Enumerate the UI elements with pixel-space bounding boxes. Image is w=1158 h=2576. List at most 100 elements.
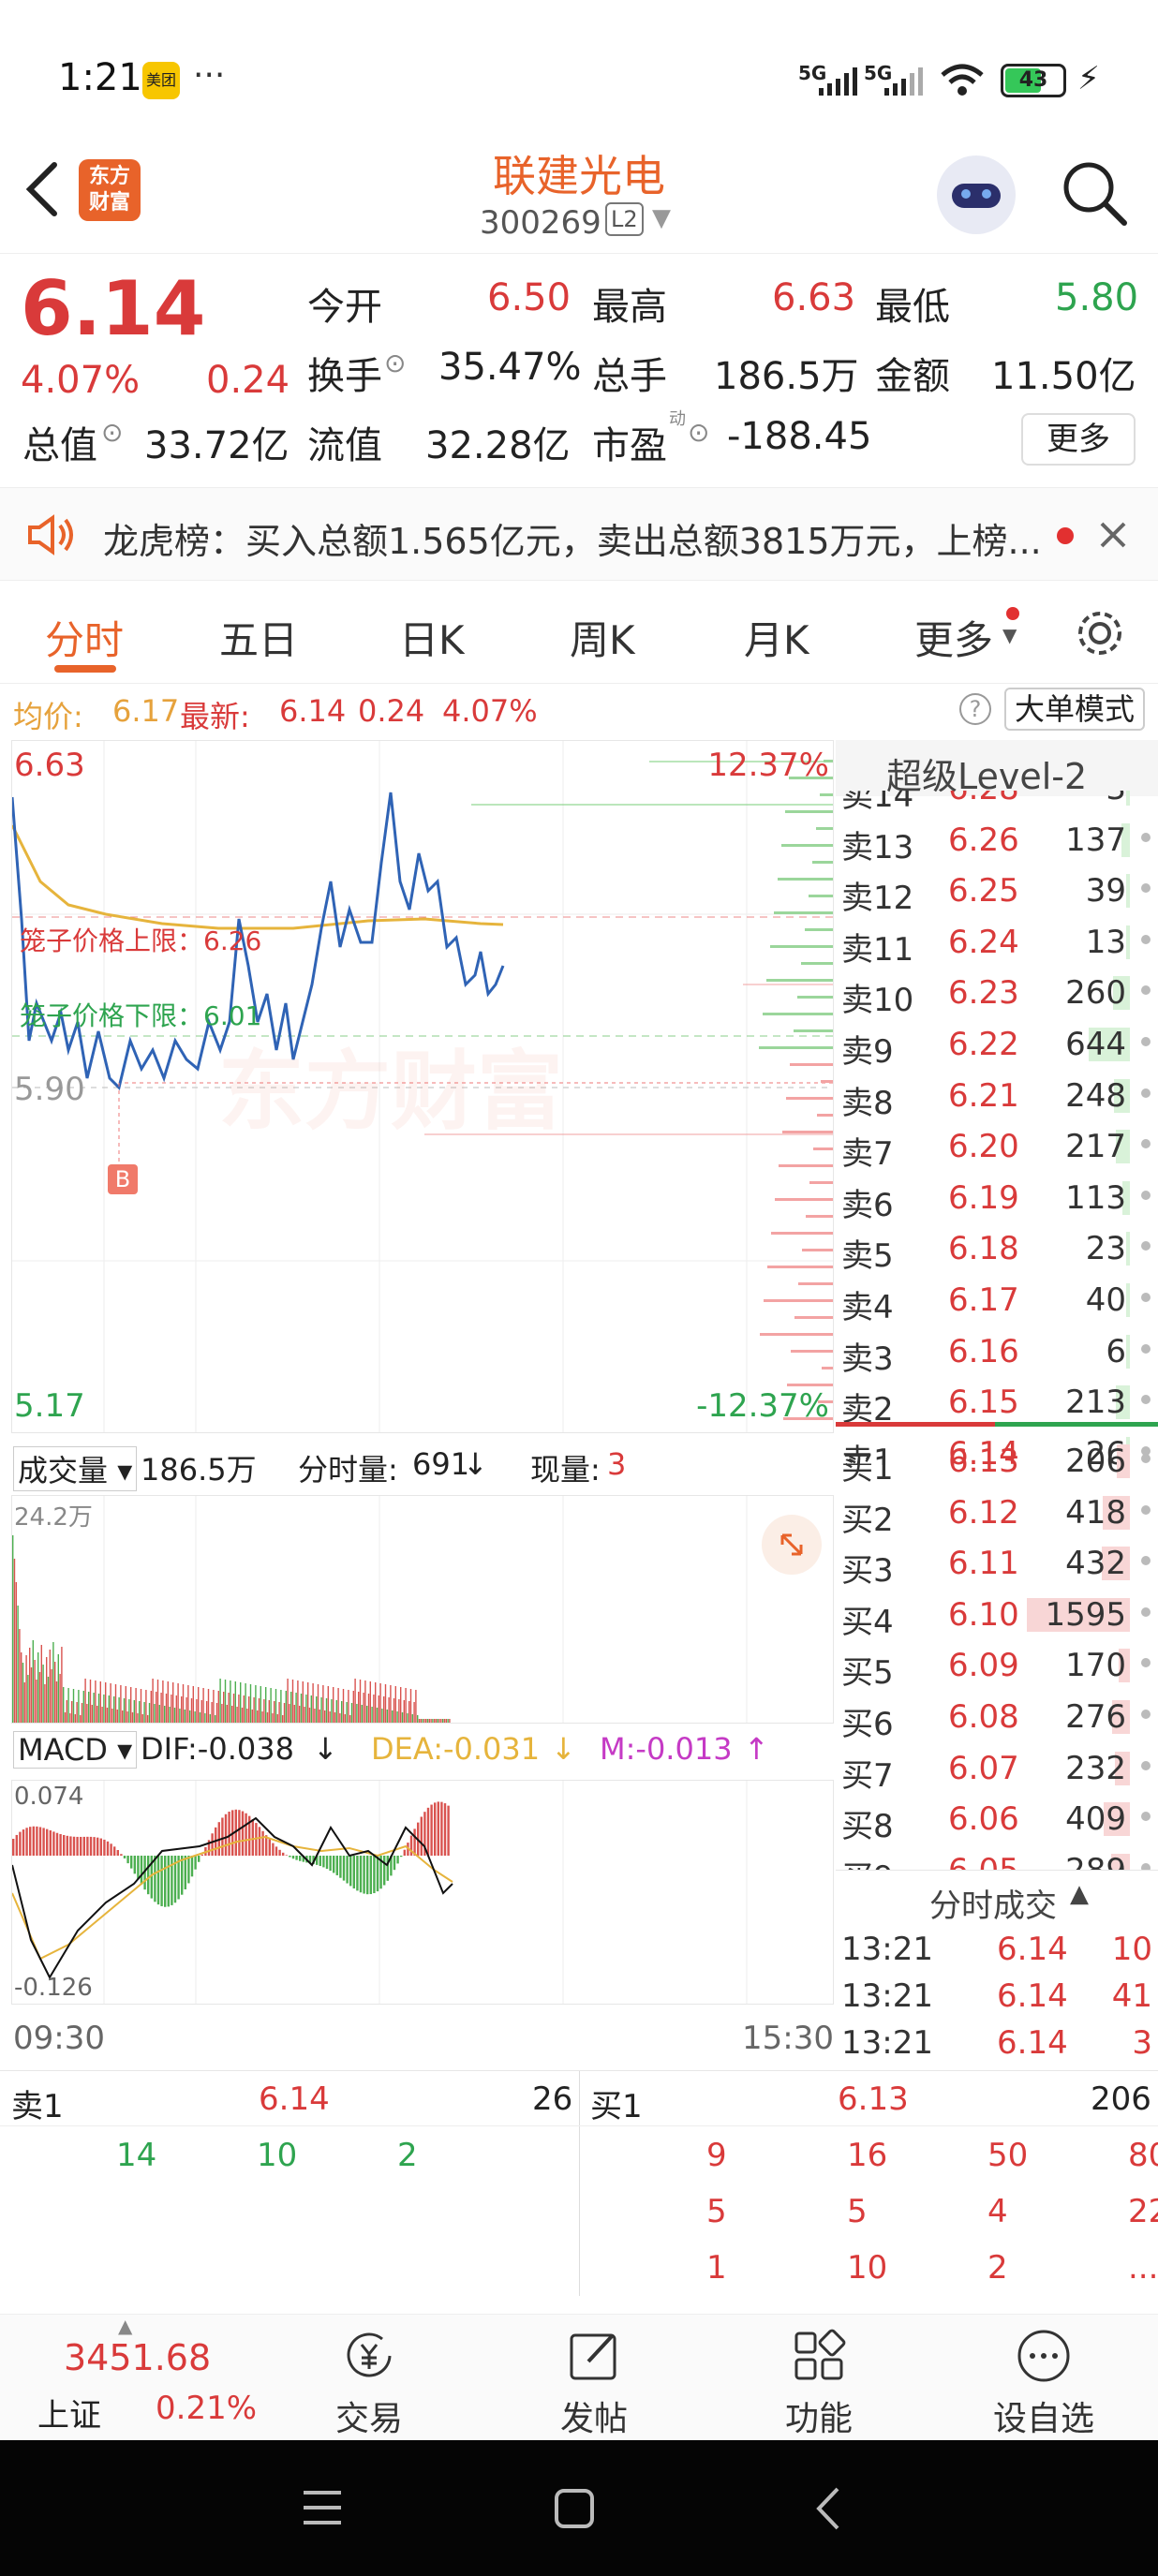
sell-order-row[interactable]: 卖12 6.25 39: [836, 868, 1158, 917]
function-button[interactable]: 功能: [725, 2315, 913, 2441]
buy-order-row[interactable]: 买8 6.06 409: [836, 1797, 1158, 1845]
volume-bar: [200, 1700, 202, 1723]
tab-monthly-k[interactable]: 月K: [744, 609, 809, 666]
index-ticker[interactable]: ▲ 3451.68 上证 0.21%: [0, 2315, 281, 2441]
sell-order-row[interactable]: 卖2 6.15 213: [836, 1380, 1158, 1429]
sell-order-row[interactable]: 卖4 6.17 40: [836, 1278, 1158, 1326]
buy-order-row[interactable]: 买1 6.13 206: [836, 1439, 1158, 1488]
macd-bar: [86, 1836, 89, 1856]
code-dropdown-icon[interactable]: ▼: [652, 204, 671, 232]
tab-intraday[interactable]: 分时: [45, 609, 124, 666]
volume-bar: [179, 1709, 181, 1723]
volume-bar: [34, 1660, 36, 1723]
volume-bar: [91, 1705, 93, 1723]
sell-order-row[interactable]: 卖13 6.26 137: [836, 818, 1158, 866]
buy-price: 6.13: [948, 1443, 1019, 1480]
close-icon[interactable]: [1098, 520, 1128, 550]
tab-more[interactable]: 更多: [914, 609, 993, 666]
trade-button[interactable]: 交易: [275, 2315, 463, 2441]
volume-bar: [335, 1700, 337, 1723]
queue-buy-label: 买1: [590, 2088, 643, 2125]
volume-indicator-select[interactable]: 成交量 ▾: [13, 1446, 138, 1491]
macd-bar: [194, 1856, 197, 1870]
buy-price: 6.11: [948, 1545, 1019, 1583]
tick-trades[interactable]: 分时成交 ▲ 13:21 6.14 10 13:21 6.14 41 13:21 6.14 3: [836, 1870, 1158, 2070]
sell-order-row[interactable]: 卖5 6.18 23: [836, 1226, 1158, 1275]
macd-bar: [99, 1838, 102, 1856]
intraday-chart[interactable]: 东方财富 6.63 12.37% 5.90 5.17 -12.37% 笼子价格上…: [11, 740, 834, 1433]
expand-icon[interactable]: [762, 1515, 822, 1575]
tab-daily-k[interactable]: 日K: [399, 609, 465, 666]
info-icon[interactable]: ⊙: [384, 348, 406, 378]
buy-order-row[interactable]: 买9 6.05 289: [836, 1848, 1158, 1870]
notice-bar[interactable]: 龙虎榜：买入总额1.565亿元，卖出总额3815万元，上榜...: [0, 487, 1158, 581]
back-nav-icon[interactable]: [811, 2485, 845, 2532]
home-icon[interactable]: [553, 2487, 596, 2530]
buy-order-row[interactable]: 买7 6.07 232: [836, 1746, 1158, 1795]
more-button[interactable]: 更多: [1021, 413, 1136, 466]
macd-indicator-select[interactable]: MACD ▾: [13, 1731, 138, 1769]
queue-buy-cell: 5: [847, 2193, 868, 2230]
buy-order-row[interactable]: 买5 6.09 170: [836, 1643, 1158, 1692]
big-order-mode-button[interactable]: 大单模式: [1004, 688, 1145, 731]
volume-bar: [105, 1682, 107, 1723]
sell-order-row[interactable]: 卖10 6.23 260: [836, 970, 1158, 1019]
menu-icon[interactable]: [300, 2487, 345, 2528]
depth-bar: [781, 844, 833, 847]
volume-bar: [103, 1695, 105, 1723]
buy-marker-b[interactable]: B: [108, 1164, 138, 1194]
volume-bar: [84, 1679, 86, 1723]
buy-volume: 276: [1065, 1698, 1126, 1736]
buy-order-row[interactable]: 买3 6.11 432: [836, 1541, 1158, 1590]
macd-bar: [46, 1828, 49, 1856]
add-watchlist-button[interactable]: 设自选: [950, 2315, 1137, 2441]
sell-order-row[interactable]: 卖7 6.20 217: [836, 1124, 1158, 1173]
sell-order-row[interactable]: 卖8 6.21 248: [836, 1073, 1158, 1122]
index-up-caret-icon: ▲: [118, 2315, 133, 2337]
pe-label: 市盈: [592, 424, 667, 467]
macd-bar: [238, 1810, 241, 1856]
info-icon-3[interactable]: ⊙: [688, 417, 709, 448]
volume-bar: [443, 1719, 446, 1723]
depth-bar: [782, 1131, 833, 1133]
sell-order-row[interactable]: 卖14 6.28 3: [836, 791, 1158, 815]
tick-trades-expand-icon[interactable]: ▲: [1070, 1880, 1089, 1908]
depth-bar: [820, 793, 833, 796]
sell-price: 6.21: [948, 1076, 1019, 1115]
help-icon[interactable]: ?: [959, 693, 991, 725]
volume-bar: [52, 1642, 54, 1723]
macd-bar: [272, 1843, 275, 1856]
post-button[interactable]: 发帖: [500, 2315, 688, 2441]
buy-order-row[interactable]: 买6 6.08 276: [836, 1695, 1158, 1743]
buy-order-row[interactable]: 买2 6.12 418: [836, 1490, 1158, 1539]
info-icon-2[interactable]: ⊙: [101, 417, 123, 448]
settings-gear-icon[interactable]: [1074, 607, 1126, 659]
sell-volume-bar: [1126, 1283, 1130, 1317]
volume-bar: [266, 1712, 269, 1723]
sell-order-row[interactable]: 卖9 6.22 644: [836, 1022, 1158, 1071]
volume-bar: [331, 1699, 333, 1723]
volume-bar: [27, 1675, 29, 1723]
macd-bar: [228, 1812, 230, 1856]
search-icon[interactable]: [1059, 157, 1130, 229]
sell-order-row[interactable]: 卖3 6.16 6: [836, 1329, 1158, 1378]
macd-bar: [55, 1832, 59, 1856]
volume-bar: [246, 1709, 248, 1723]
volume-bar: [253, 1697, 255, 1723]
tab-weekly-k[interactable]: 周K: [570, 609, 635, 666]
sell-order-row[interactable]: 卖6 6.19 113: [836, 1176, 1158, 1224]
queue-buy-cells: 9 16 50 80 5 5 4 22 1 10 2...: [581, 2127, 1158, 2296]
sell-order-row[interactable]: 卖11 6.24 13: [836, 920, 1158, 969]
robot-assistant-icon[interactable]: [937, 155, 1016, 234]
sell-price: 6.17: [948, 1281, 1019, 1319]
depth-bar: [805, 928, 833, 931]
macd-bar: [36, 1826, 38, 1856]
macd-bar: [335, 1856, 338, 1875]
volume-bar: [59, 1674, 61, 1723]
volume-bar: [422, 1719, 423, 1723]
buy-order-row[interactable]: 买4 6.10 1595: [836, 1592, 1158, 1641]
queue-buy-cell: 4: [987, 2193, 1008, 2230]
tab-five-day[interactable]: 五日: [219, 609, 298, 666]
sell-volume: 248: [1065, 1076, 1126, 1115]
row-dot-icon: [1141, 1037, 1151, 1046]
